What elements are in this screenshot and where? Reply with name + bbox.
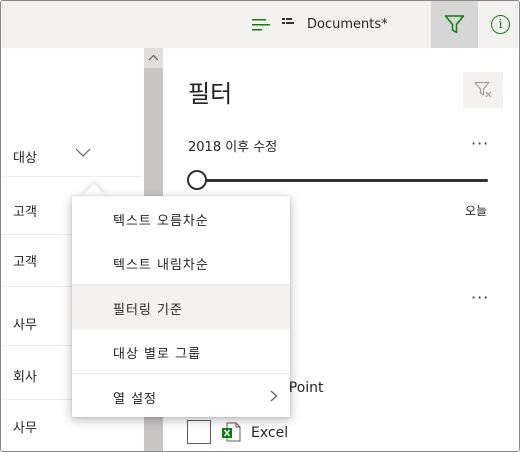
list-item-cell: 사무 bbox=[13, 318, 37, 333]
view-title[interactable]: Documents* bbox=[307, 17, 388, 32]
column-header-target[interactable]: 대상 bbox=[1, 139, 141, 177]
clear-filter-icon bbox=[474, 81, 492, 98]
column-header-label: 대상 bbox=[13, 151, 37, 166]
list-item-cell: 고객 bbox=[13, 255, 37, 270]
filter-pane-title: 필터 bbox=[188, 80, 233, 108]
scroll-up-button[interactable] bbox=[144, 48, 163, 68]
app-window: Documents* i 대상 고객 고객 사무 회사 사무 필터 2018 이… bbox=[0, 0, 520, 452]
list-item-cell: 고객 bbox=[13, 205, 37, 220]
list-view-icon[interactable] bbox=[252, 18, 272, 32]
menu-item-sort-ascending[interactable]: 텍스트 오름차순 bbox=[72, 196, 290, 240]
menu-item-column-settings[interactable]: 열 설정 bbox=[72, 374, 290, 417]
menu-item-label: 텍스트 오름차순 bbox=[113, 214, 209, 229]
menu-item-sort-descending[interactable]: 텍스트 내림차순 bbox=[72, 240, 290, 284]
modified-date-slider-track[interactable] bbox=[197, 179, 488, 182]
document-library-icon bbox=[282, 18, 294, 24]
clear-filter-button[interactable] bbox=[463, 72, 503, 108]
scroll-up-arrow-icon bbox=[148, 54, 159, 61]
menu-item-label: 열 설정 bbox=[113, 392, 158, 407]
slider-end-label: 오늘 bbox=[465, 204, 488, 218]
filter-icon bbox=[444, 15, 465, 34]
list-item-cell: 회사 bbox=[13, 370, 37, 385]
modified-filter-label: 2018 이후 수정 bbox=[188, 140, 278, 155]
modified-more-button[interactable]: ··· bbox=[471, 134, 489, 153]
excel-icon bbox=[222, 422, 241, 442]
menu-item-label: 필터링 기준 bbox=[113, 303, 183, 318]
excel-option-label: Excel bbox=[251, 425, 289, 441]
column-context-menu: 텍스트 오름차순 텍스트 내림차순 필터링 기준 대상 별로 그룹 열 설정 bbox=[72, 196, 290, 417]
list-item-cell: 사무 bbox=[13, 421, 37, 436]
chevron-down-icon[interactable] bbox=[75, 148, 91, 158]
command-bar: Documents* i bbox=[1, 1, 519, 48]
menu-item-group-by[interactable]: 대상 별로 그룹 bbox=[72, 329, 290, 373]
excel-checkbox[interactable] bbox=[187, 420, 211, 444]
info-icon[interactable]: i bbox=[491, 15, 510, 34]
filter-pane-button[interactable] bbox=[431, 1, 478, 48]
chevron-right-icon bbox=[270, 390, 278, 402]
menu-item-label: 대상 별로 그룹 bbox=[113, 347, 202, 362]
menu-item-filter-by[interactable]: 필터링 기준 bbox=[72, 285, 290, 329]
menu-item-label: 텍스트 내림차순 bbox=[113, 258, 209, 273]
filetype-more-button[interactable]: ··· bbox=[471, 288, 489, 307]
modified-date-slider-thumb[interactable] bbox=[187, 170, 207, 190]
